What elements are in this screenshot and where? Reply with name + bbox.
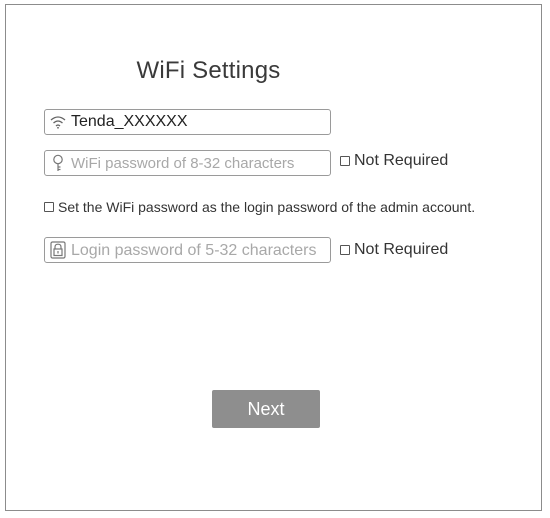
login-password-field[interactable] (44, 237, 331, 263)
use-wifi-as-login-label: Set the WiFi password as the login passw… (58, 199, 476, 215)
login-password-not-required-checkbox[interactable] (340, 245, 350, 255)
ssid-input[interactable] (71, 110, 330, 134)
login-password-not-required[interactable]: Not Required (340, 241, 448, 259)
wifi-password-not-required-checkbox[interactable] (340, 156, 350, 166)
wifi-password-input[interactable] (71, 151, 330, 175)
wifi-password-not-required[interactable]: Not Required (340, 152, 448, 170)
wifi-password-field[interactable] (44, 150, 331, 176)
use-wifi-as-login-option[interactable]: Set the WiFi password as the login passw… (44, 199, 475, 215)
use-wifi-as-login-checkbox[interactable] (44, 202, 54, 212)
login-password-input[interactable] (71, 238, 330, 262)
wifi-settings-panel: WiFi Settings Not Required (5, 4, 542, 511)
lock-icon (49, 241, 67, 259)
page-title: WiFi Settings (136, 57, 281, 84)
wifi-icon (49, 113, 67, 131)
login-password-not-required-label: Not Required (354, 241, 449, 258)
wifi-password-not-required-label: Not Required (354, 152, 449, 169)
key-icon (49, 154, 67, 172)
next-button[interactable]: Next (212, 390, 320, 428)
ssid-field[interactable] (44, 109, 331, 135)
